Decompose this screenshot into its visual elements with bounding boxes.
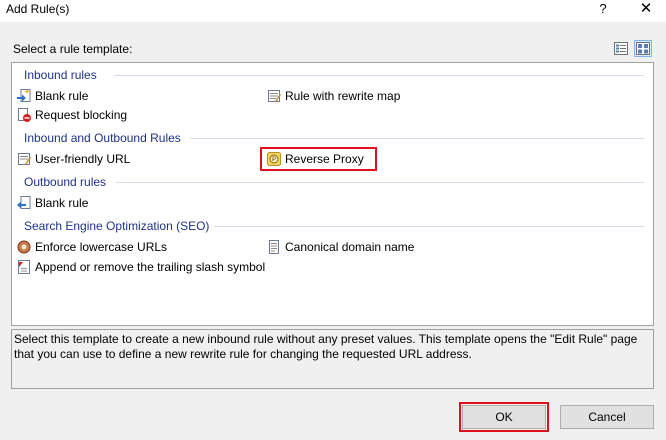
template-item-label: Append or remove the trailing slash symb… (35, 260, 266, 274)
template-item-label: Blank rule (35, 89, 89, 103)
group-divider (116, 182, 644, 183)
group-header-inbound: Inbound rules (24, 68, 97, 82)
reverse-proxy-icon: P (266, 151, 282, 167)
template-item-blank-rule-inbound[interactable]: Blank rule (16, 87, 88, 105)
template-item-label: Blank rule (35, 196, 89, 210)
template-item-user-friendly-url[interactable]: User-friendly URL (16, 150, 130, 168)
template-item-label: Request blocking (35, 108, 128, 122)
outbound-rule-icon (16, 195, 32, 211)
template-item-label: Enforce lowercase URLs (35, 240, 168, 254)
select-template-label: Select a rule template: (13, 42, 133, 56)
rule-template-list[interactable]: Inbound rules Blank rule Rule with rewri… (11, 62, 654, 326)
help-button[interactable]: ? (585, 0, 621, 22)
request-blocking-icon (16, 107, 32, 123)
title-bar: Add Rule(s) ? ✕ (0, 0, 666, 22)
trailing-slash-icon (16, 259, 32, 275)
tiles-view-icon[interactable] (634, 40, 652, 57)
cancel-button[interactable]: Cancel (560, 405, 654, 429)
ok-button[interactable]: OK (459, 402, 549, 432)
template-item-label: User-friendly URL (35, 152, 131, 166)
group-header-inbound-outbound: Inbound and Outbound Rules (24, 131, 181, 145)
template-item-label: Reverse Proxy (285, 152, 364, 166)
group-divider (114, 75, 644, 76)
template-item-rule-with-rewrite-map[interactable]: Rule with rewrite map (266, 87, 400, 105)
template-item-label: Rule with rewrite map (285, 89, 401, 103)
template-item-label: Canonical domain name (285, 240, 415, 254)
template-item-blank-rule-outbound[interactable]: Blank rule (16, 194, 88, 212)
template-description: Select this template to create a new inb… (11, 329, 654, 389)
inbound-rule-icon (16, 88, 32, 104)
template-item-request-blocking[interactable]: Request blocking (16, 106, 127, 124)
window-title: Add Rule(s) (6, 2, 70, 16)
template-item-enforce-lowercase-urls[interactable]: Enforce lowercase URLs (16, 238, 167, 256)
group-header-outbound: Outbound rules (24, 175, 107, 189)
details-view-icon[interactable] (612, 40, 630, 57)
template-item-canonical-domain-name[interactable]: Canonical domain name (266, 238, 414, 256)
template-item-reverse-proxy[interactable]: P Reverse Proxy (260, 147, 377, 171)
group-divider (214, 226, 644, 227)
rewrite-map-icon (266, 88, 282, 104)
user-friendly-url-icon (16, 151, 32, 167)
group-divider (190, 138, 644, 139)
group-header-seo: Search Engine Optimization (SEO) (24, 219, 210, 233)
canonical-domain-icon (266, 239, 282, 255)
svg-text:P: P (272, 156, 276, 164)
close-button[interactable]: ✕ (628, 0, 664, 22)
enforce-lowercase-icon (16, 239, 32, 255)
template-item-trailing-slash[interactable]: Append or remove the trailing slash symb… (16, 258, 265, 276)
